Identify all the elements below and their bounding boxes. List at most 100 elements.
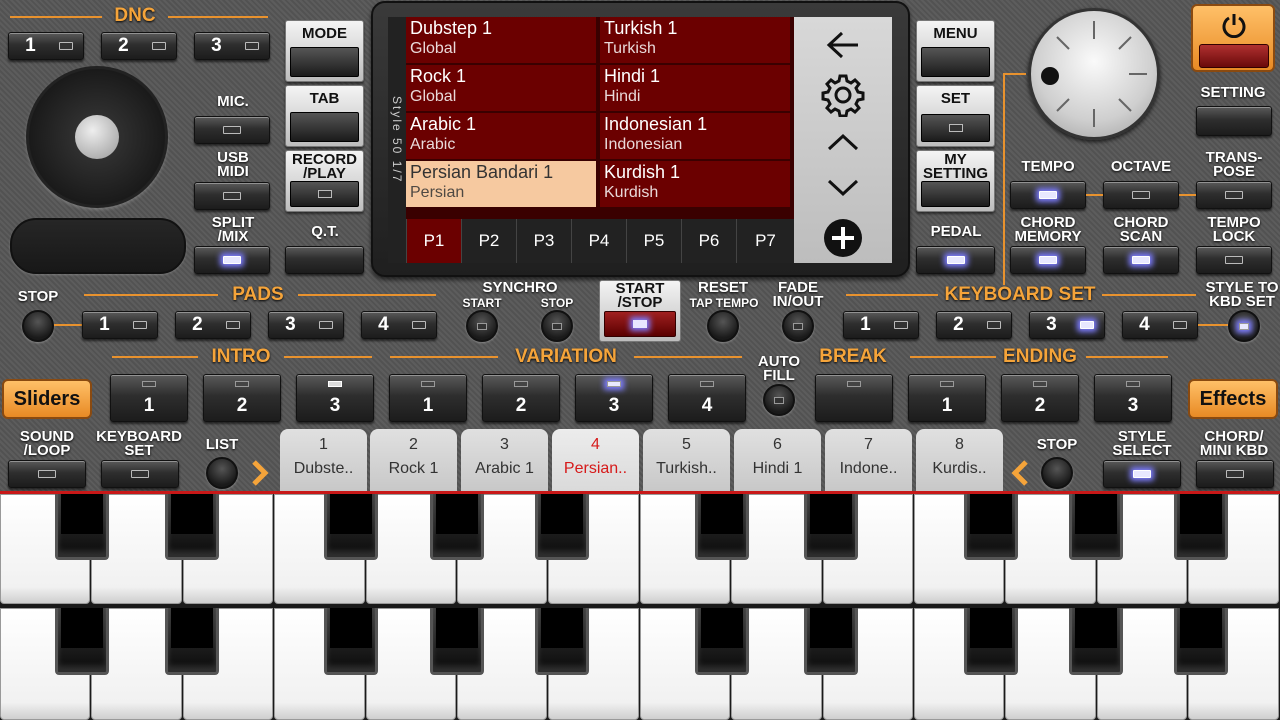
black-key[interactable] [1174,494,1229,560]
page-tab-p1[interactable]: P1 [406,219,461,263]
style-cell-arabic[interactable]: Arabic 1 Arabic [406,113,598,159]
dnc-2-button[interactable]: 2 [101,32,177,60]
qt-button[interactable] [285,246,364,274]
data-dial[interactable] [1028,8,1160,140]
ending-1-button[interactable]: 1 [908,374,986,422]
page-tab-p4[interactable]: P4 [571,219,626,263]
black-key[interactable] [54,608,109,676]
black-key[interactable] [324,608,379,676]
chord-memory-button[interactable] [1010,246,1086,274]
style-tab-5[interactable]: 5 Turkish.. [643,429,730,491]
black-key[interactable] [54,494,109,560]
style-tab-1[interactable]: 1 Dubste.. [280,429,367,491]
break-button[interactable] [815,374,893,422]
black-key[interactable] [694,494,749,560]
setting-button[interactable] [1196,106,1272,136]
synchro-start-button[interactable] [466,310,498,342]
black-key[interactable] [1069,608,1124,676]
chevron-up-icon[interactable] [827,133,859,151]
pads-stop-button[interactable] [22,310,54,342]
black-key[interactable] [534,494,589,560]
tempo-button[interactable] [1010,181,1086,209]
style-cell-persian-bandari[interactable]: Persian Bandari 1 Persian [406,161,598,207]
menu-button[interactable]: MENU [916,20,995,82]
variation-1-button[interactable]: 1 [389,374,467,422]
split-mix-button[interactable] [194,246,270,274]
kbd-set-1-button[interactable]: 1 [843,311,919,339]
dnc-1-button[interactable]: 1 [8,32,84,60]
style-cell-rock[interactable]: Rock 1 Global [406,65,598,111]
style-tab-3[interactable]: 3 Arabic 1 [461,429,548,491]
black-key[interactable] [964,608,1019,676]
style-cell-turkish[interactable]: Turkish 1 Turkish [600,17,792,63]
style-select-button[interactable] [1103,460,1181,488]
kbd-set-3-button[interactable]: 3 [1029,311,1105,339]
chord-mini-kbd-button[interactable] [1196,460,1274,488]
kbd-set-4-button[interactable]: 4 [1122,311,1198,339]
style-cell-indonesian[interactable]: Indonesian 1 Indonesian [600,113,792,159]
tempo-lock-button[interactable] [1196,246,1272,274]
intro-3-button[interactable]: 3 [296,374,374,422]
black-key[interactable] [1069,494,1124,560]
sound-loop-button[interactable] [8,460,86,488]
black-key[interactable] [324,494,379,560]
plus-circle-icon[interactable] [822,217,864,259]
style-tab-2[interactable]: 2 Rock 1 [370,429,457,491]
ending-2-button[interactable]: 2 [1001,374,1079,422]
joystick-knob[interactable] [75,115,119,159]
fade-in-out-button[interactable] [782,310,814,342]
ending-3-button[interactable]: 3 [1094,374,1172,422]
style-to-kbd-set-button[interactable] [1228,310,1260,342]
page-tab-p2[interactable]: P2 [461,219,516,263]
variation-3-button[interactable]: 3 [575,374,653,422]
page-tab-p7[interactable]: P7 [736,219,794,263]
pedal-button[interactable] [916,246,995,274]
octave-button[interactable] [1103,181,1179,209]
black-key[interactable] [964,494,1019,560]
record-play-button[interactable]: RECORD /PLAY [285,150,364,212]
style-tab-7[interactable]: 7 Indone.. [825,429,912,491]
style-cell-hindi[interactable]: Hindi 1 Hindi [600,65,792,111]
chord-scan-button[interactable] [1103,246,1179,274]
joystick[interactable] [26,66,168,208]
dnc-3-button[interactable]: 3 [194,32,270,60]
kbd-set-2-button[interactable]: 2 [936,311,1012,339]
pad-1-button[interactable]: 1 [82,311,158,339]
black-key[interactable] [164,494,219,560]
intro-2-button[interactable]: 2 [203,374,281,422]
reset-tap-tempo-button[interactable] [707,310,739,342]
page-tab-p3[interactable]: P3 [516,219,571,263]
auto-fill-button[interactable] [763,384,795,416]
page-tab-p5[interactable]: P5 [626,219,681,263]
prev-arrow-icon[interactable] [1010,460,1030,486]
synchro-stop-button[interactable] [541,310,573,342]
power-button[interactable] [1191,4,1275,72]
mic-button[interactable] [194,116,270,144]
tab-button[interactable]: TAB [285,85,364,147]
black-key[interactable] [804,608,859,676]
my-setting-button[interactable]: MY SETTING [916,150,995,212]
usb-midi-button[interactable] [194,182,270,210]
style-tab-8[interactable]: 8 Kurdis.. [916,429,1003,491]
gear-icon[interactable] [821,73,865,117]
black-key[interactable] [804,494,859,560]
intro-1-button[interactable]: 1 [110,374,188,422]
sliders-button[interactable]: Sliders [2,379,92,419]
style-cell-kurdish[interactable]: Kurdish 1 Kurdish [600,161,792,207]
black-key[interactable] [164,608,219,676]
black-key[interactable] [534,608,589,676]
stop-button[interactable] [1041,457,1073,489]
mode-button[interactable]: MODE [285,20,364,82]
pad-2-button[interactable]: 2 [175,311,251,339]
set-button[interactable]: SET [916,85,995,147]
pitch-bend-bar[interactable] [10,218,186,274]
black-key[interactable] [694,608,749,676]
pad-3-button[interactable]: 3 [268,311,344,339]
keyboard-set-button[interactable] [101,460,179,488]
variation-2-button[interactable]: 2 [482,374,560,422]
style-cell-dubstep[interactable]: Dubstep 1 Global [406,17,598,63]
page-tab-p6[interactable]: P6 [681,219,736,263]
next-arrow-icon[interactable] [250,460,270,486]
start-stop-button[interactable]: START /STOP [599,280,681,342]
black-key[interactable] [429,494,484,560]
